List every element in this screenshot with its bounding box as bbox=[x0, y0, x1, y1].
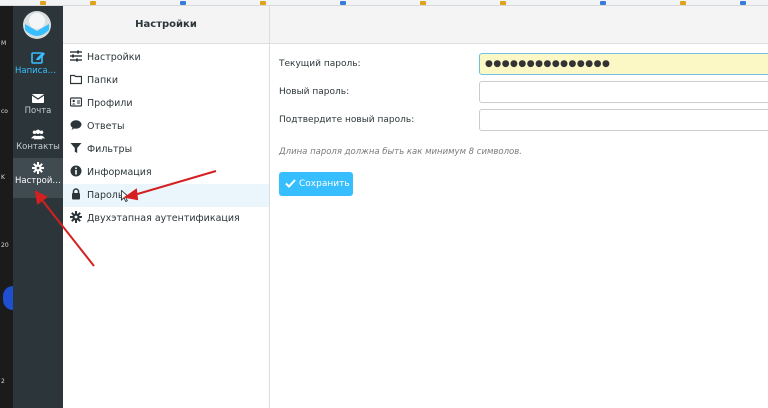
save-button[interactable]: Сохранить bbox=[279, 172, 353, 196]
confirm-password-label: Подтвердите новый пароль: bbox=[279, 115, 415, 125]
gear-icon bbox=[32, 162, 44, 174]
info-icon bbox=[70, 165, 82, 177]
new-password-row: Новый пароль: bbox=[279, 81, 768, 105]
roundcube-logo-icon bbox=[23, 11, 51, 39]
current-password-field[interactable]: ●●●●●●●●●●●●●●● bbox=[479, 53, 768, 75]
nav-item-label: Настройки bbox=[87, 52, 141, 63]
new-password-field[interactable] bbox=[479, 81, 768, 103]
mouse-cursor-icon bbox=[121, 190, 130, 202]
folder-icon bbox=[70, 74, 82, 85]
compose-label: Написать с... bbox=[15, 66, 63, 76]
comment-icon bbox=[70, 120, 82, 130]
nav-item-filters[interactable]: Фильтры bbox=[63, 138, 269, 161]
settings-button[interactable]: Настройки bbox=[13, 158, 63, 198]
nav-item-label: Фильтры bbox=[87, 144, 133, 155]
contacts-label: Контакты bbox=[16, 142, 60, 152]
filter-icon bbox=[70, 143, 82, 153]
contacts-icon bbox=[31, 129, 45, 140]
gear-icon bbox=[70, 211, 82, 223]
mail-button[interactable]: Почта bbox=[13, 88, 63, 128]
lock-icon bbox=[72, 188, 80, 200]
nav-item-label: Профили bbox=[87, 98, 133, 109]
nav-item-label: Ответы bbox=[87, 121, 125, 132]
nav-item-identities[interactable]: Профили bbox=[63, 92, 269, 115]
nav-item-preferences[interactable]: Настройки bbox=[63, 46, 269, 69]
task-menu: Написать с... Почта Контакты Настройки bbox=[13, 6, 63, 408]
nav-item-label: Двухэтапная аутентификация bbox=[87, 213, 240, 224]
nav-item-label: Папки bbox=[87, 75, 119, 86]
checkmark-icon bbox=[285, 179, 296, 188]
nav-item-password[interactable]: Пароль bbox=[63, 184, 269, 207]
current-password-label: Текущий пароль: bbox=[279, 59, 361, 69]
settings-label: Настройки bbox=[15, 176, 63, 186]
nav-item-responses[interactable]: Ответы bbox=[63, 115, 269, 138]
mail-label: Почта bbox=[24, 106, 52, 116]
sliders-icon bbox=[70, 50, 82, 62]
id-card-icon bbox=[70, 97, 82, 107]
confirm-password-field[interactable] bbox=[479, 109, 768, 131]
nav-item-two-factor[interactable]: Двухэтапная аутентификация bbox=[63, 207, 269, 230]
new-password-label: Новый пароль: bbox=[279, 87, 350, 97]
nav-item-folders[interactable]: Папки bbox=[63, 69, 269, 92]
nav-item-about[interactable]: Информация bbox=[63, 161, 269, 184]
nav-item-label: Пароль bbox=[87, 190, 124, 201]
password-hint: Длина пароля должна быть как минимум 8 с… bbox=[279, 147, 522, 157]
confirm-password-row: Подтвердите новый пароль: bbox=[279, 109, 768, 133]
desktop-edge: M co K 20 2 bbox=[0, 6, 13, 408]
content-header bbox=[270, 6, 768, 44]
password-settings-panel: Текущий пароль: ●●●●●●●●●●●●●●● Новый па… bbox=[270, 6, 768, 408]
settings-navigation: Настройки Настройки Папки Профили Ответы… bbox=[63, 6, 270, 408]
mail-icon bbox=[31, 94, 45, 103]
nav-item-label: Информация bbox=[87, 167, 152, 178]
compose-button[interactable]: Написать с... bbox=[13, 48, 63, 88]
save-label: Сохранить bbox=[299, 179, 350, 189]
current-password-row: Текущий пароль: ●●●●●●●●●●●●●●● bbox=[279, 53, 768, 77]
settings-nav-title: Настройки bbox=[63, 6, 269, 44]
compose-icon bbox=[31, 52, 45, 64]
desktop-app-icon bbox=[3, 286, 13, 310]
